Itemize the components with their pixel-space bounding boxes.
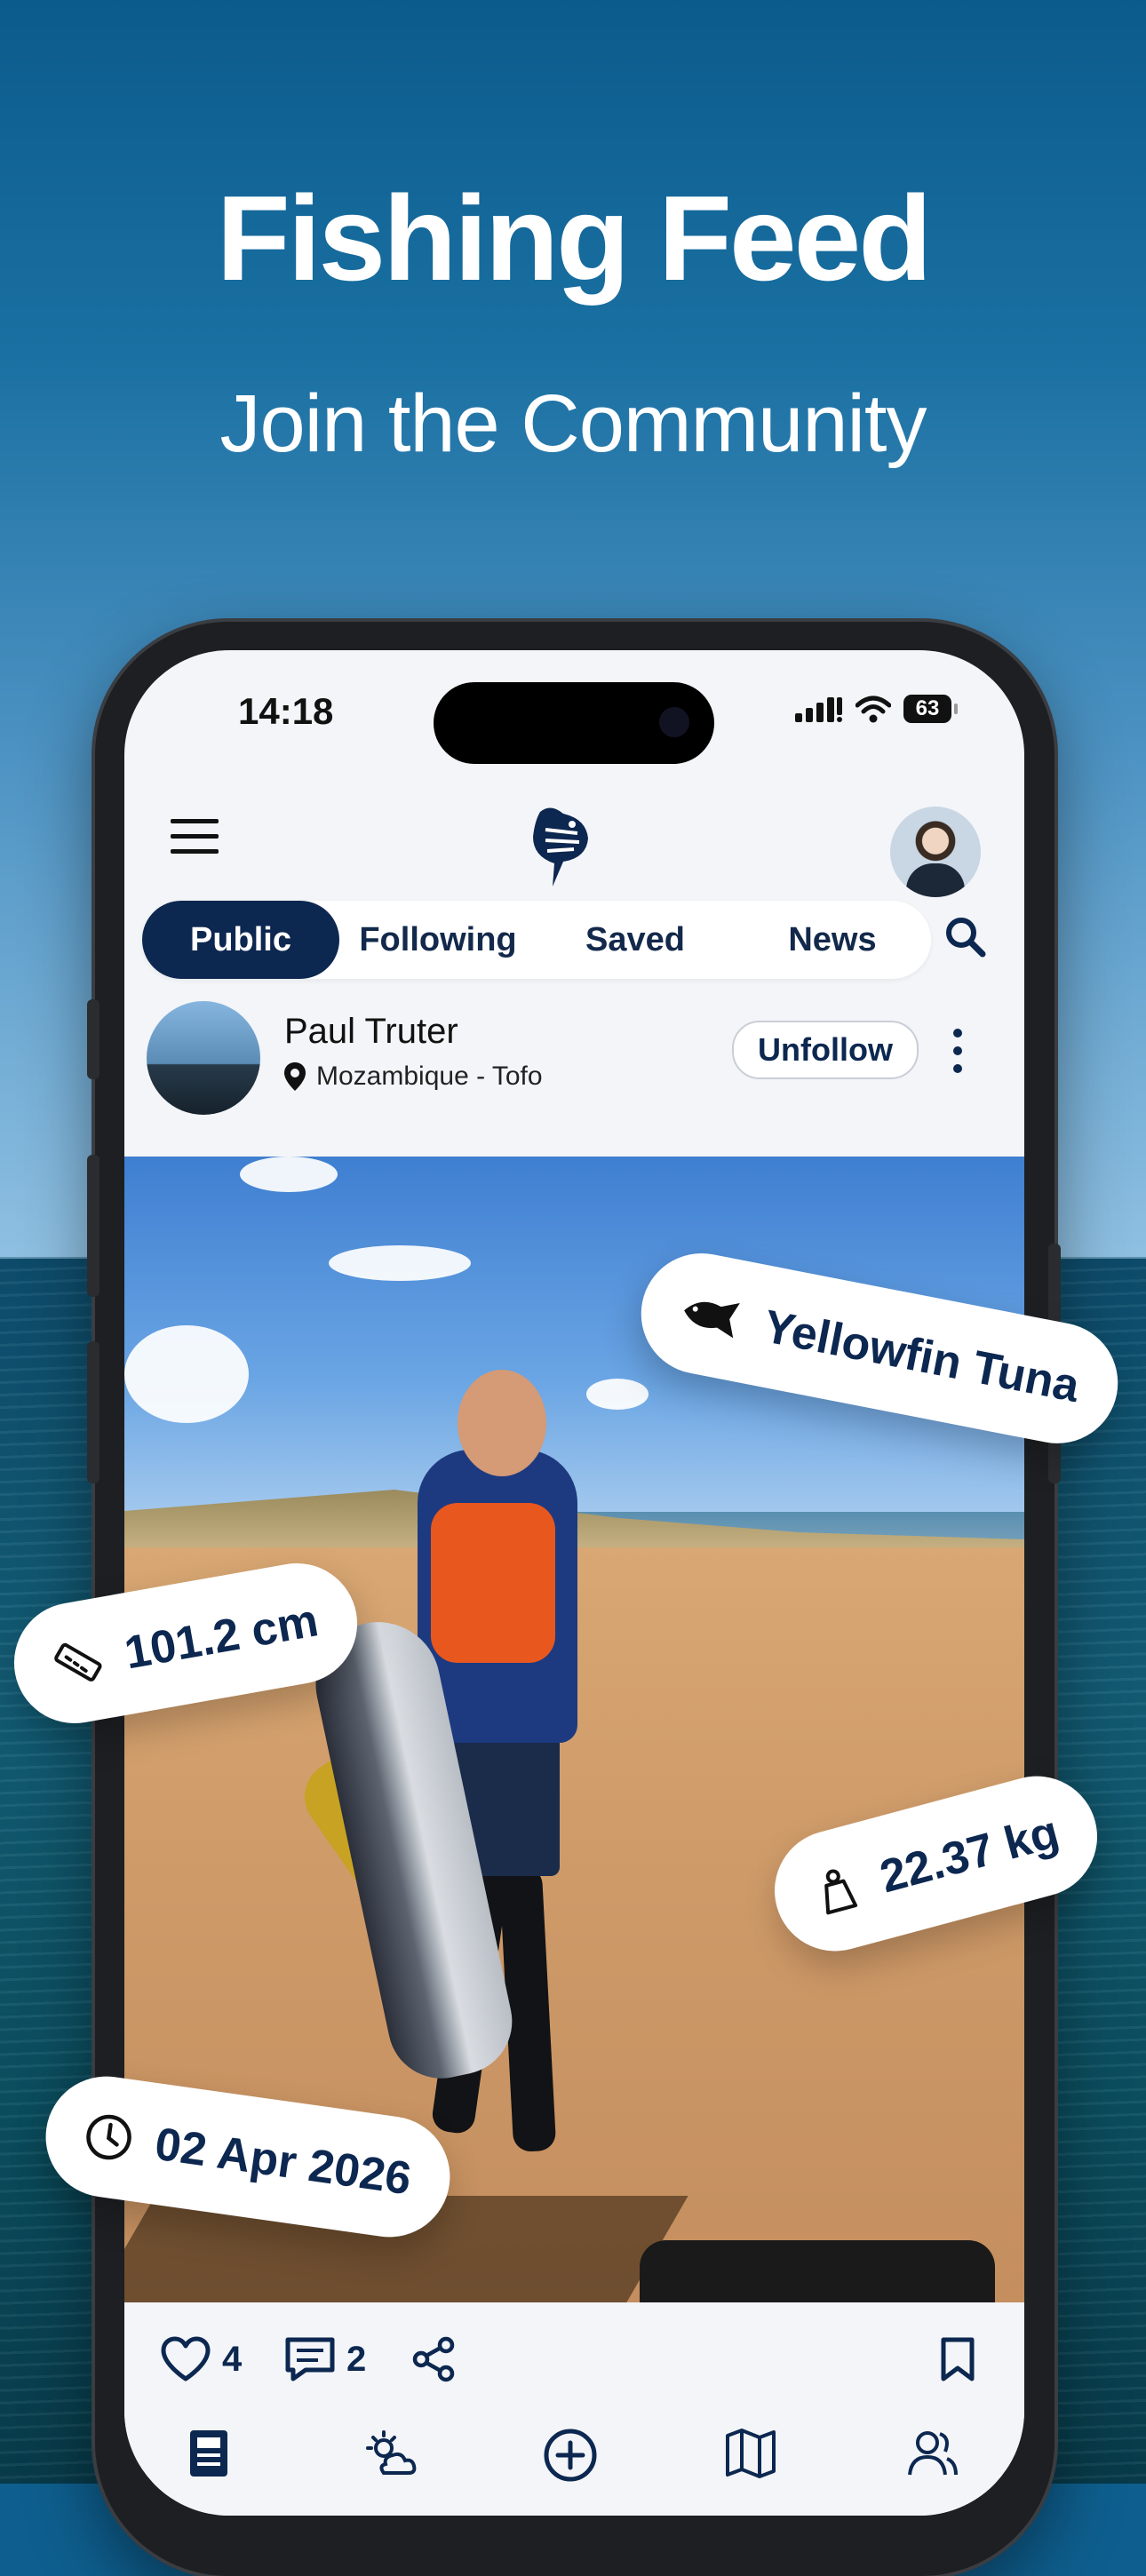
weather-icon[interactable] — [364, 2427, 418, 2480]
comments-count: 2 — [346, 2339, 367, 2379]
search-icon[interactable] — [943, 915, 986, 958]
ruler-icon — [54, 1642, 102, 1682]
share-icon[interactable] — [410, 2336, 457, 2382]
location-pin-icon — [284, 1062, 306, 1091]
unfollow-button[interactable]: Unfollow — [732, 1021, 919, 1079]
photo-cloud — [240, 1157, 338, 1192]
fish-logo-icon — [533, 807, 588, 886]
bottom-navigation — [124, 2427, 1024, 2516]
like-action[interactable]: 4 — [160, 2336, 242, 2382]
post-actions: 4 2 — [124, 2302, 1024, 2516]
photo-cloud — [329, 1245, 471, 1281]
volume-up-button — [87, 1155, 99, 1297]
fish-icon — [684, 1301, 740, 1339]
post-author-avatar[interactable] — [147, 1001, 260, 1115]
photo-cloud — [124, 1325, 249, 1423]
weight-label: 22.37 kg — [874, 1806, 1064, 1904]
battery-indicator: 63 — [903, 695, 958, 723]
signal-icon — [795, 697, 842, 722]
likes-count: 4 — [222, 2339, 243, 2379]
add-icon[interactable] — [542, 2427, 599, 2484]
avatar-silhouette — [906, 863, 965, 897]
photo-bag — [640, 2240, 995, 2302]
length-label: 101.2 cm — [121, 1594, 322, 1680]
tab-news[interactable]: News — [734, 901, 931, 979]
feed-icon[interactable] — [187, 2427, 236, 2480]
hero-subtitle: Join the Community — [219, 378, 927, 469]
camera — [659, 707, 689, 737]
date-label: 02 Apr 2026 — [151, 2118, 415, 2206]
heart-icon — [161, 2336, 211, 2381]
clock-icon — [86, 2114, 131, 2160]
map-icon[interactable] — [724, 2427, 777, 2480]
dynamic-island — [434, 682, 714, 764]
comment-action[interactable]: 2 — [284, 2336, 366, 2382]
feed-tabs: Public Following Saved News — [142, 901, 931, 979]
photo-cloud — [586, 1379, 649, 1410]
profile-avatar[interactable] — [890, 807, 981, 897]
post-location: Mozambique - Tofo — [284, 1061, 543, 1092]
tab-following[interactable]: Following — [339, 901, 537, 979]
menu-icon[interactable] — [171, 817, 220, 856]
hero-title: Fishing Feed — [216, 171, 933, 306]
weight-icon — [824, 1869, 858, 1915]
app-bar — [124, 783, 1024, 899]
post-header: Paul Truter Mozambique - Tofo Unfollow — [124, 992, 1024, 1157]
status-time: 14:18 — [238, 690, 334, 732]
bookmark-icon[interactable] — [940, 2336, 975, 2382]
phone-side-button — [87, 999, 99, 1079]
tab-saved[interactable]: Saved — [537, 901, 734, 979]
post-location-text: Mozambique - Tofo — [316, 1061, 543, 1091]
photo-angler-vest — [431, 1503, 555, 1663]
volume-down-button — [87, 1341, 99, 1483]
status-icons: 63 — [795, 695, 958, 723]
wifi-icon — [856, 696, 891, 723]
photo-angler-head — [458, 1370, 546, 1476]
post-author-name[interactable]: Paul Truter — [284, 1012, 458, 1052]
tab-public[interactable]: Public — [142, 901, 339, 979]
more-vertical-icon[interactable] — [951, 1028, 965, 1074]
comment-icon — [285, 2337, 335, 2381]
community-icon[interactable] — [906, 2427, 959, 2480]
